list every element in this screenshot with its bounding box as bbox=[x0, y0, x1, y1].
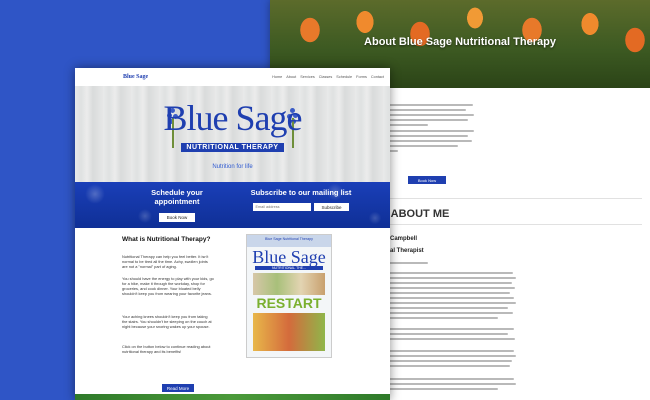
nav-link-home[interactable]: Home bbox=[272, 75, 282, 79]
nav-link-forms[interactable]: Forms bbox=[356, 75, 367, 79]
nav-link-schedule[interactable]: Schedule bbox=[336, 75, 352, 79]
magazine-cover-image: Blue Sage Nutritional Therapy Blue Sage … bbox=[246, 234, 332, 358]
magazine-photo bbox=[253, 313, 325, 351]
magazine-headline: RESTART bbox=[256, 295, 322, 311]
section-title: What is Nutritional Therapy? bbox=[122, 236, 211, 243]
nav-link-classes[interactable]: Classes bbox=[319, 75, 333, 79]
magazine-header: Blue Sage Nutritional Therapy bbox=[247, 235, 331, 247]
bio-text-5 bbox=[388, 378, 588, 393]
nav-links: Home About Services Classes Schedule For… bbox=[272, 75, 384, 79]
subscribe-form: Subscribe bbox=[241, 203, 361, 211]
mailing-block: Subscribe to our mailing list Subscribe bbox=[241, 188, 361, 211]
footer-strip bbox=[75, 394, 390, 400]
front-page: Blue Sage Home About Services Classes Sc… bbox=[75, 68, 390, 400]
magazine-photo bbox=[253, 273, 325, 295]
bio-text-3 bbox=[388, 328, 588, 343]
nav-logo[interactable]: Blue Sage bbox=[123, 74, 148, 80]
logo-banner: Blue Sage NUTRITIONAL THERAPY Nutrition … bbox=[75, 86, 390, 182]
hero-title: About Blue Sage Nutritional Therapy bbox=[364, 36, 556, 48]
magazine-title: Blue Sage bbox=[252, 247, 326, 267]
book-now-button[interactable]: Book Now bbox=[158, 213, 196, 222]
logo-subtitle: NUTRITIONAL THERAPY bbox=[181, 143, 284, 152]
bio-text-4 bbox=[388, 350, 588, 370]
cta-band: Schedule your appointment Book Now Subsc… bbox=[75, 182, 390, 228]
bio-name: Campbell bbox=[390, 236, 418, 242]
bio-role: al Therapist bbox=[390, 248, 424, 254]
tagline: Nutrition for life bbox=[212, 164, 253, 170]
nav-link-contact[interactable]: Contact bbox=[371, 75, 384, 79]
email-field[interactable] bbox=[253, 203, 312, 211]
subscribe-button[interactable]: Subscribe bbox=[314, 203, 349, 211]
back-book-now-button[interactable]: Book Now bbox=[408, 176, 446, 184]
bio-text-2 bbox=[388, 272, 588, 322]
paragraph: Nutritional Therapy can help you feel be… bbox=[122, 254, 209, 269]
paragraph: Your aching knees shouldn't keep you fro… bbox=[122, 314, 212, 329]
nav-link-services[interactable]: Services bbox=[300, 75, 315, 79]
mailing-heading: Subscribe to our mailing list bbox=[250, 188, 352, 197]
top-nav: Blue Sage Home About Services Classes Sc… bbox=[75, 68, 390, 86]
appointment-block: Schedule your appointment Book Now bbox=[131, 188, 223, 224]
main-content: What is Nutritional Therapy? Nutritional… bbox=[75, 228, 390, 400]
appointment-heading: Schedule your appointment bbox=[151, 188, 203, 206]
paragraph: Click on the button below to continue re… bbox=[122, 344, 211, 354]
read-more-button[interactable]: Read More bbox=[162, 384, 194, 392]
paragraph: You should have the energy to play with … bbox=[122, 276, 214, 296]
bio-text bbox=[388, 262, 588, 267]
logo-title: Blue Sage bbox=[163, 98, 303, 138]
brand-logo: Blue Sage NUTRITIONAL THERAPY bbox=[75, 100, 390, 154]
nav-link-about[interactable]: About bbox=[286, 75, 296, 79]
